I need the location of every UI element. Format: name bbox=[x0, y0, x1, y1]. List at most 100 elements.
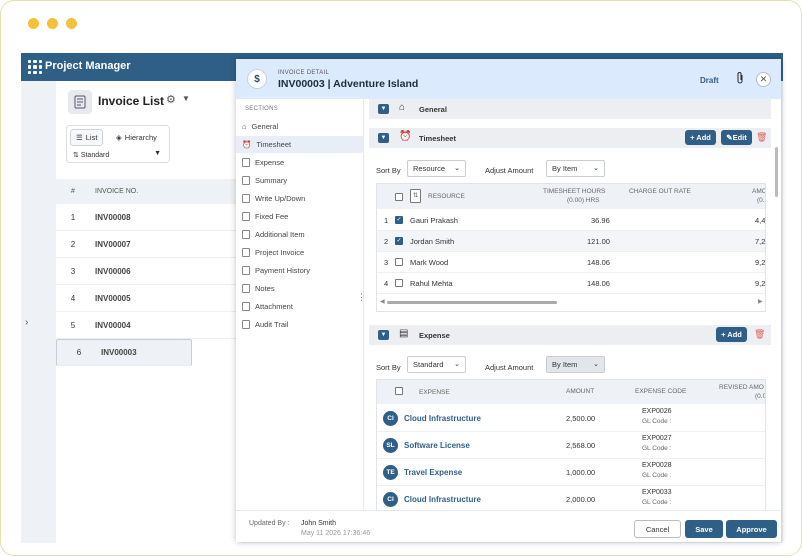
table-row[interactable]: TE Travel Expense 1,000.00 EXP0028 GL Co… bbox=[377, 459, 765, 486]
expense-section-header[interactable]: ▼ ▤ Expense + Add 🗑 bbox=[369, 325, 771, 345]
window-dot-1[interactable] bbox=[28, 18, 39, 29]
general-section-header[interactable]: ▼ ⌂ General bbox=[369, 99, 771, 119]
section-label: General bbox=[251, 122, 279, 131]
table-row-selected[interactable]: 6 INV00003 bbox=[56, 339, 192, 366]
section-audit-trail[interactable]: Audit Trail bbox=[236, 316, 364, 333]
col-number: # bbox=[71, 188, 75, 195]
section-attachment[interactable]: Attachment bbox=[236, 298, 364, 315]
chevron-down-icon: ⌄ bbox=[454, 165, 460, 172]
section-label: Write Up/Down bbox=[255, 194, 306, 203]
save-button[interactable]: Save bbox=[685, 520, 723, 538]
trash-icon[interactable]: 🗑 bbox=[756, 132, 767, 143]
section-fixed-fee[interactable]: Fixed Fee bbox=[236, 208, 364, 225]
row-number: 6 bbox=[76, 348, 82, 357]
section-write-up-down[interactable]: Write Up/Down bbox=[236, 190, 364, 207]
row-number: 1 bbox=[70, 212, 76, 222]
trash-icon[interactable]: 🗑 bbox=[754, 329, 765, 340]
expense-add-button[interactable]: + Add bbox=[716, 327, 747, 342]
scroll-right-icon[interactable]: ▶ bbox=[758, 298, 763, 305]
row-checkbox[interactable]: ✓ bbox=[395, 237, 403, 245]
table-row[interactable]: 5 INV00004 bbox=[56, 312, 241, 339]
document-icon bbox=[242, 284, 250, 293]
table-row[interactable]: 1 ✓ Gauri Prakash 36.96 4,4 bbox=[377, 210, 765, 231]
select-all-checkbox[interactable] bbox=[395, 193, 403, 201]
tab-hierarchy-label: Hierarchy bbox=[124, 133, 157, 142]
expense-name-link[interactable]: Travel Expense bbox=[404, 468, 462, 477]
sort-toggle-icon[interactable]: ⇅ bbox=[410, 189, 421, 203]
collapse-toggle-icon[interactable]: ▼ bbox=[378, 133, 389, 143]
cancel-button[interactable]: Cancel bbox=[634, 520, 681, 538]
table-row[interactable]: 4 INV00005 bbox=[56, 285, 241, 312]
table-row[interactable]: CI Cloud Infrastructure 2,500.00 EXP0026… bbox=[377, 405, 765, 432]
table-row[interactable]: SL Software License 2,568.00 EXP0027 GL … bbox=[377, 432, 765, 459]
adjust-amount-label: Adjust Amount bbox=[485, 363, 534, 372]
col-hours: TIMESHEET HOURS bbox=[543, 188, 606, 195]
gear-icon[interactable]: ⚙ bbox=[166, 93, 176, 106]
caret-down-icon[interactable]: ▼ bbox=[182, 94, 190, 103]
collapse-toggle-icon[interactable]: ▼ bbox=[378, 330, 389, 340]
row-invoice-no[interactable]: INV00007 bbox=[90, 240, 185, 249]
section-additional-item[interactable]: Additional Item bbox=[236, 226, 364, 243]
timesheet-section-header[interactable]: ▼ ⏰ Timesheet + Add ✎ Edit 🗑 bbox=[369, 128, 771, 148]
table-row[interactable]: CI Cloud Infrastructure 2,000.00 EXP0033… bbox=[377, 486, 765, 510]
section-notes[interactable]: Notes bbox=[236, 280, 364, 297]
expense-name-link[interactable]: Software License bbox=[404, 441, 470, 450]
row-invoice-no[interactable]: INV00006 bbox=[90, 267, 185, 276]
table-row[interactable]: 2 INV00007 bbox=[56, 231, 241, 258]
timesheet-edit-button[interactable]: ✎ Edit bbox=[721, 130, 752, 145]
resource-name: Mark Wood bbox=[410, 258, 449, 267]
row-number: 2 bbox=[70, 239, 76, 249]
table-row[interactable]: 3 Mark Wood 148.06 9,2 bbox=[377, 252, 765, 273]
adjust-amount-select[interactable]: By Item ⌄ bbox=[546, 160, 605, 177]
view-select-caret-icon[interactable]: ▼ bbox=[154, 150, 161, 157]
col-invoice-no[interactable]: INVOICE NO. bbox=[90, 188, 185, 195]
collapse-toggle-icon[interactable]: ▼ bbox=[378, 104, 389, 114]
app-grid-icon[interactable] bbox=[28, 60, 42, 74]
table-row[interactable]: 4 Rahul Mehta 148.06 9,2 bbox=[377, 273, 765, 294]
section-project-invoice[interactable]: Project Invoice bbox=[236, 244, 364, 261]
col-revised-unit: (0.0 bbox=[755, 393, 766, 400]
table-row[interactable]: 2 ✓ Jordan Smith 121.00 7,2 bbox=[377, 231, 765, 252]
approve-button[interactable]: Approve bbox=[726, 520, 777, 538]
section-general[interactable]: ⌂ General bbox=[236, 118, 364, 135]
sections-label: SECTIONS bbox=[245, 106, 279, 112]
row-invoice-no[interactable]: INV00008 bbox=[90, 213, 185, 222]
col-hours-unit: (0.00) HRS bbox=[567, 197, 600, 204]
view-select[interactable]: ⇅ Standard bbox=[73, 151, 109, 159]
expense-name-link[interactable]: Cloud Infrastructure bbox=[404, 414, 481, 423]
expand-chevron-icon[interactable]: › bbox=[25, 317, 28, 328]
row-invoice-no[interactable]: INV00005 bbox=[90, 294, 185, 303]
section-summary[interactable]: Summary bbox=[236, 172, 364, 189]
close-icon[interactable]: ✕ bbox=[756, 72, 771, 87]
timesheet-add-button[interactable]: + Add bbox=[685, 130, 716, 145]
tab-list[interactable]: ☰ List bbox=[70, 129, 104, 146]
sort-by-select[interactable]: Resource ⌄ bbox=[407, 160, 466, 177]
table-row[interactable]: 3 INV00006 bbox=[56, 258, 241, 285]
edit-label: Edit bbox=[732, 133, 747, 142]
select-all-checkbox[interactable] bbox=[395, 387, 403, 395]
sort-by-value: Resource bbox=[413, 164, 446, 173]
table-row[interactable]: 1 INV00008 bbox=[56, 204, 241, 231]
horizontal-scrollbar[interactable] bbox=[387, 301, 557, 304]
adjust-amount-select[interactable]: By Item ⌄ bbox=[546, 356, 605, 373]
row-checkbox[interactable] bbox=[395, 258, 403, 266]
detail-label: INVOICE DETAIL bbox=[278, 70, 330, 76]
vertical-scrollbar[interactable] bbox=[775, 147, 778, 197]
expense-name-link[interactable]: Cloud Infrastructure bbox=[404, 495, 481, 504]
section-expense[interactable]: Expense bbox=[236, 154, 364, 171]
tab-hierarchy[interactable]: ◈ Hierarchy bbox=[111, 129, 162, 146]
sort-by-select[interactable]: Standard ⌄ bbox=[407, 356, 466, 373]
row-checkbox[interactable]: ✓ bbox=[395, 216, 403, 224]
window-dot-3[interactable] bbox=[66, 18, 77, 29]
scroll-left-icon[interactable]: ◀ bbox=[380, 298, 385, 305]
row-checkbox[interactable] bbox=[395, 279, 403, 287]
row-invoice-no[interactable]: INV00003 bbox=[96, 348, 191, 357]
row-invoice-no[interactable]: INV00004 bbox=[90, 321, 185, 330]
document-icon bbox=[242, 302, 250, 311]
attachment-icon[interactable] bbox=[735, 71, 745, 88]
section-timesheet[interactable]: ⏰ Timesheet bbox=[236, 136, 364, 153]
document-icon bbox=[242, 212, 250, 221]
section-payment-history[interactable]: Payment History bbox=[236, 262, 364, 279]
section-label: Timesheet bbox=[256, 140, 292, 149]
window-dot-2[interactable] bbox=[47, 18, 58, 29]
